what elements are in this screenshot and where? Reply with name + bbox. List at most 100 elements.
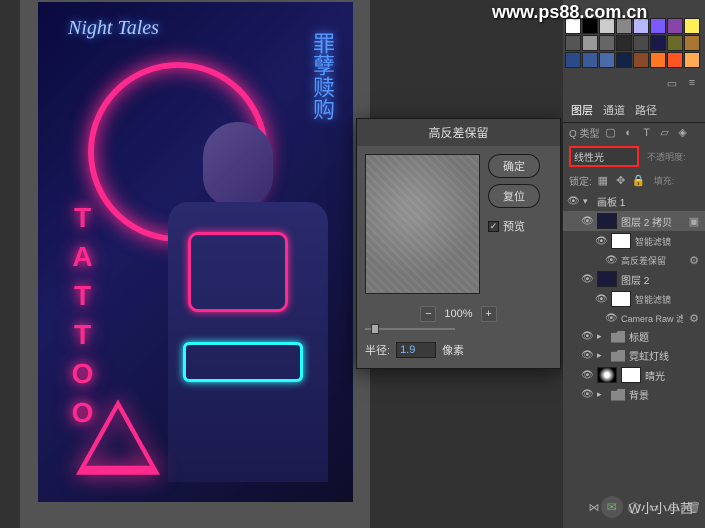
zoom-out-button[interactable]: − (420, 306, 436, 322)
visibility-toggle[interactable]: 👁 (605, 313, 617, 324)
visibility-toggle[interactable]: 👁 (581, 331, 593, 342)
visibility-toggle[interactable]: 👁 (581, 370, 593, 381)
layer-filter-label: Q 类型 (569, 125, 600, 140)
layer-artboard[interactable]: 👁 ▾ 画板 1 (563, 192, 705, 211)
swatch[interactable] (684, 18, 700, 34)
expand-arrow-icon[interactable]: ▸ (597, 350, 607, 361)
lock-label: 锁定: (569, 173, 592, 188)
neon-triangle (68, 392, 168, 482)
panel-menu-icon[interactable]: ≡ (685, 76, 699, 90)
radius-label: 半径: (365, 342, 390, 358)
filter-shape-icon[interactable]: ▱ (658, 126, 672, 140)
folder-icon (611, 389, 625, 401)
swatch[interactable] (582, 35, 598, 51)
radius-slider[interactable] (365, 328, 455, 330)
tab-channels[interactable]: 通道 (603, 102, 625, 118)
lock-pixels-icon[interactable]: ▦ (596, 174, 610, 188)
layer-layer2-copy[interactable]: 👁 图层 2 拷贝 ▣ (563, 211, 705, 231)
fill-label: 填充: (654, 174, 675, 187)
reset-button[interactable]: 复位 (488, 184, 540, 208)
canvas-area: Night Tales 罪孽赎购 TATTOO (20, 0, 370, 528)
zoom-percent: 100% (444, 308, 472, 320)
dialog-title: 高反差保留 (357, 119, 560, 146)
radius-input[interactable] (396, 342, 436, 358)
visibility-toggle[interactable]: 👁 (595, 294, 607, 305)
smart-filters-row-2[interactable]: 👁 智能滤镜 (563, 289, 705, 309)
artwork-canvas[interactable]: Night Tales 罪孽赎购 TATTOO (38, 2, 353, 502)
swatch[interactable] (650, 18, 666, 34)
preview-checkbox[interactable]: ✓ (488, 221, 499, 232)
layer-group-background[interactable]: 👁 ▸ 背景 (563, 385, 705, 404)
swatch[interactable] (599, 35, 615, 51)
panel-folder-icon[interactable]: ▭ (665, 76, 679, 90)
visibility-toggle[interactable]: 👁 (581, 216, 593, 227)
visibility-toggle[interactable]: 👁 (567, 196, 579, 207)
visibility-toggle[interactable]: 👁 (581, 350, 593, 361)
visibility-toggle[interactable]: 👁 (605, 255, 617, 266)
swatch[interactable] (633, 52, 649, 68)
layer-group-title[interactable]: 👁 ▸ 标题 (563, 327, 705, 346)
tab-paths[interactable]: 路径 (635, 102, 657, 118)
high-pass-dialog: 高反差保留 确定 复位 ✓ 预览 − 100% + 半径: 像素 (356, 118, 561, 369)
swatches-panel (565, 18, 703, 69)
swatch[interactable] (565, 52, 581, 68)
swatch[interactable] (684, 35, 700, 51)
wechat-icon: ✉ (601, 496, 623, 518)
swatch[interactable] (565, 35, 581, 51)
neon-text-chinese: 罪孽赎购 (306, 32, 338, 120)
layer-group-neon[interactable]: 👁 ▸ 霓虹灯线 (563, 346, 705, 365)
lock-all-icon[interactable]: 🔒 (632, 174, 646, 188)
layer-layer2[interactable]: 👁 图层 2 (563, 269, 705, 289)
swatch[interactable] (667, 18, 683, 34)
layer-glow[interactable]: 👁 晴光 (563, 365, 705, 385)
lock-position-icon[interactable]: ✥ (614, 174, 628, 188)
folder-icon (611, 331, 625, 343)
ok-button[interactable]: 确定 (488, 154, 540, 178)
folder-icon (611, 350, 625, 362)
filter-mask-thumbnail (611, 233, 631, 249)
watermark-author: ✉ W小小小茜 (601, 496, 693, 518)
link-layers-icon[interactable]: ⋈ (587, 500, 601, 514)
smart-filters-row[interactable]: 👁 智能滤镜 (563, 231, 705, 251)
zoom-in-button[interactable]: + (481, 306, 497, 322)
filter-image-icon[interactable]: ▢ (604, 126, 618, 140)
layers-list: 👁 ▾ 画板 1 👁 图层 2 拷贝 ▣ 👁 智能滤镜 👁 高反差保留 ⚙ (563, 190, 705, 406)
expand-arrow-icon[interactable]: ▸ (597, 389, 607, 400)
expand-arrow-icon[interactable]: ▾ (583, 196, 593, 207)
swatch[interactable] (633, 35, 649, 51)
swatch[interactable] (667, 52, 683, 68)
visibility-toggle[interactable]: 👁 (581, 274, 593, 285)
filter-mask-thumbnail (611, 291, 631, 307)
swatch[interactable] (599, 52, 615, 68)
filter-adjust-icon[interactable]: ◐ (622, 126, 636, 140)
visibility-toggle[interactable]: 👁 (595, 236, 607, 247)
swatch[interactable] (582, 52, 598, 68)
filter-settings-icon[interactable]: ⚙ (687, 253, 701, 267)
filter-smart-icon[interactable]: ◈ (676, 126, 690, 140)
layer-thumbnail (597, 213, 617, 229)
swatch[interactable] (667, 35, 683, 51)
swatch[interactable] (684, 52, 700, 68)
watermark-url: www.ps88.com.cn (492, 2, 647, 23)
blend-mode-select[interactable]: 线性光 (569, 146, 639, 167)
right-panel-area: ▭ ≡ 图层 通道 路径 Q 类型 ▢ ◐ T ▱ ◈ 线性光 不透明度: 锁定… (563, 0, 705, 528)
panel-tabs: 图层 通道 路径 (563, 98, 705, 123)
swatch[interactable] (616, 52, 632, 68)
expand-arrow-icon[interactable]: ▸ (597, 331, 607, 342)
swatch[interactable] (616, 35, 632, 51)
preview-checkbox-label: 预览 (503, 218, 525, 234)
swatch[interactable] (650, 35, 666, 51)
filter-type-icon[interactable]: T (640, 126, 654, 140)
figure-subject (148, 112, 348, 492)
visibility-toggle[interactable]: 👁 (581, 389, 593, 400)
opacity-label: 不透明度: (647, 150, 686, 163)
neon-text-night-tales: Night Tales (68, 17, 159, 40)
filter-preview[interactable] (365, 154, 480, 294)
filter-camera-raw[interactable]: 👁 Camera Raw 滤镜 ⚙ (563, 309, 705, 327)
swatch[interactable] (650, 52, 666, 68)
tab-layers[interactable]: 图层 (571, 102, 593, 118)
filter-high-pass[interactable]: 👁 高反差保留 ⚙ (563, 251, 705, 269)
layer-thumbnail (597, 271, 617, 287)
filter-settings-icon[interactable]: ⚙ (687, 311, 701, 325)
smart-object-icon: ▣ (687, 214, 701, 228)
